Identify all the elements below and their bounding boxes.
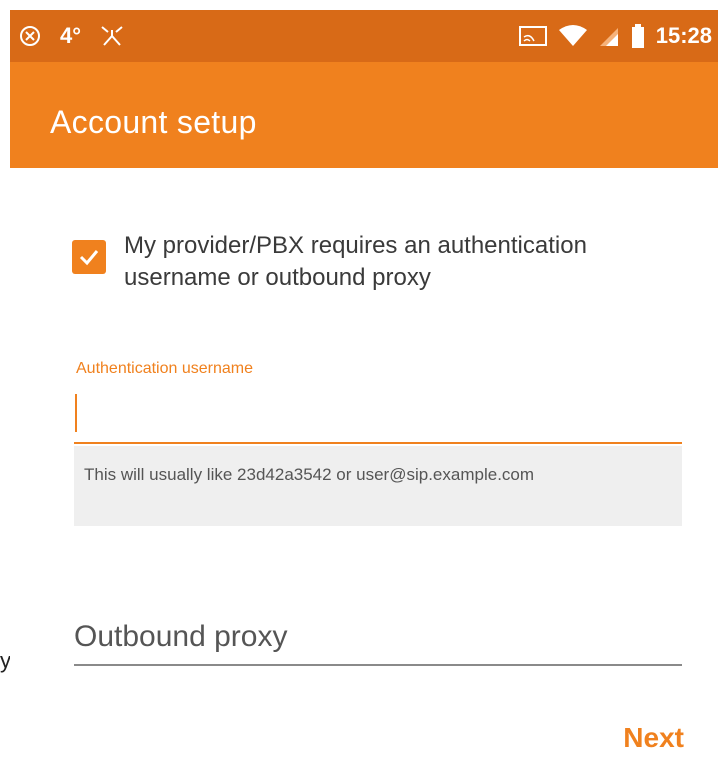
auth-requirement-checkbox[interactable]	[72, 240, 106, 274]
auth-username-input[interactable]	[74, 386, 682, 444]
wifi-icon	[558, 24, 588, 48]
close-circle-icon	[18, 24, 42, 48]
status-left: 4°	[18, 10, 125, 62]
auth-username-label: Authentication username	[76, 360, 253, 377]
phone-frame: 4° 15:28 Account setup My provider/PBX r…	[10, 10, 718, 773]
status-bar: 4° 15:28	[10, 10, 718, 62]
temperature-text: 4°	[60, 23, 82, 48]
outbound-proxy-input[interactable]	[74, 610, 682, 666]
cast-icon	[518, 24, 548, 48]
auth-requirement-row[interactable]: My provider/PBX requires an authenticati…	[72, 230, 692, 294]
text-cursor	[75, 394, 77, 432]
checkmark-icon	[79, 250, 99, 266]
auth-username-hint-box: This will usually like 23d42a3542 or use…	[74, 446, 682, 526]
status-right: 15:28	[518, 10, 712, 62]
screen: y 4° 15:28 Account setup My provider/PBX…	[0, 0, 718, 773]
auth-requirement-label: My provider/PBX requires an authenticati…	[124, 232, 587, 291]
activity-icon	[99, 24, 125, 48]
app-bar: Account setup	[10, 62, 718, 168]
battery-icon	[630, 23, 646, 49]
clock-text: 15:28	[655, 23, 712, 48]
next-button[interactable]: Next	[623, 722, 684, 754]
signal-icon	[598, 24, 620, 48]
auth-username-hint: This will usually like 23d42a3542 or use…	[84, 465, 535, 484]
page-title: Account setup	[50, 104, 257, 140]
